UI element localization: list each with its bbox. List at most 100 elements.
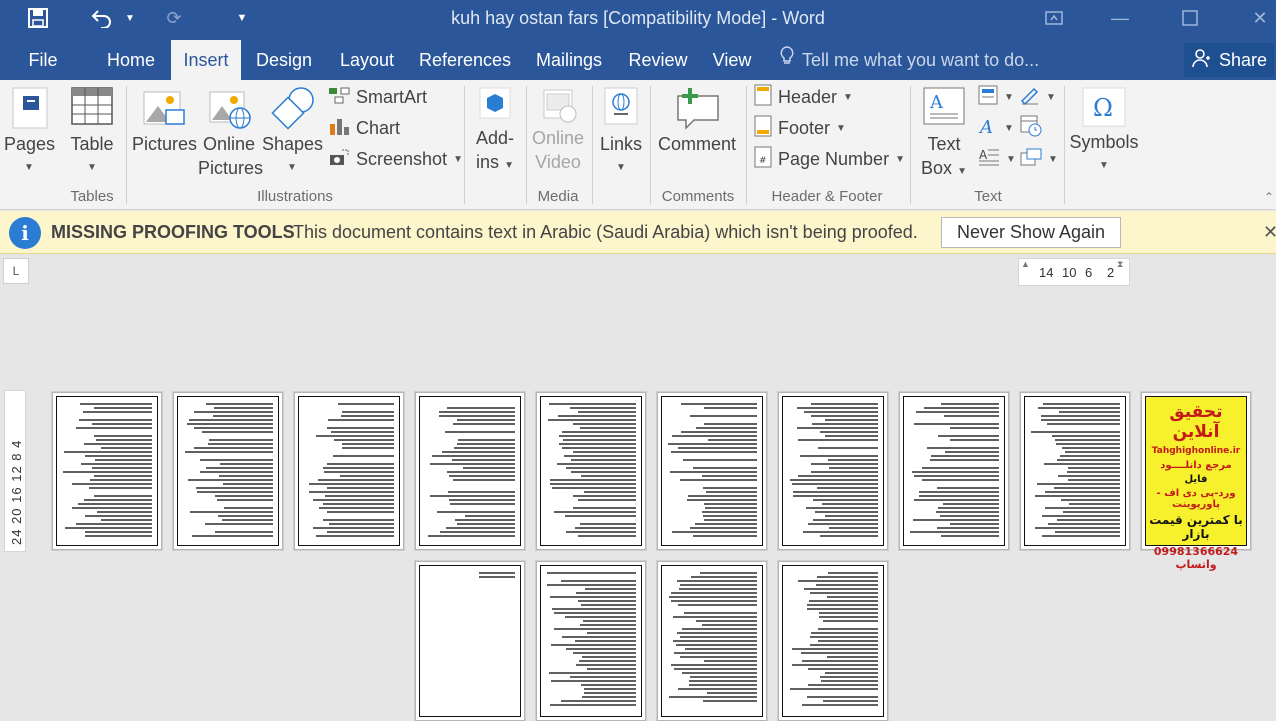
- tab-home[interactable]: Home: [96, 40, 166, 80]
- tab-references[interactable]: References: [416, 40, 514, 80]
- tell-me-box[interactable]: Tell me what you want to do...: [780, 40, 1039, 80]
- collapse-ribbon-icon[interactable]: ⌃: [1264, 190, 1274, 204]
- screenshot-button[interactable]: Screenshot ▼: [328, 146, 463, 172]
- chart-button[interactable]: Chart: [328, 115, 400, 141]
- tab-layout[interactable]: Layout: [334, 40, 400, 80]
- tab-selector[interactable]: L: [3, 258, 29, 284]
- comment-button[interactable]: Comment: [654, 86, 740, 156]
- text-line: [791, 648, 878, 650]
- header-button[interactable]: Header ▼: [754, 84, 853, 110]
- text-line: [62, 491, 152, 493]
- close-message-icon[interactable]: ✕: [1263, 222, 1276, 243]
- object-button[interactable]: ▼: [1020, 146, 1058, 172]
- online-video-button[interactable]: Online Video: [530, 86, 586, 174]
- online-pictures-icon: [198, 86, 260, 132]
- text-line: [800, 652, 878, 654]
- page-thumbnail-blank[interactable]: [415, 561, 525, 721]
- redo-icon[interactable]: ⟳: [158, 4, 190, 32]
- page-thumbnail[interactable]: [657, 392, 767, 550]
- text-line: [187, 479, 273, 481]
- customize-qat-icon[interactable]: ▼: [232, 4, 252, 32]
- vertical-ruler[interactable]: 24 20 16 12 8 4: [4, 390, 26, 552]
- tab-view[interactable]: View: [708, 40, 756, 80]
- signature-line-button[interactable]: ▼: [1020, 84, 1056, 110]
- page-thumbnail[interactable]: [778, 392, 888, 550]
- indent-marker-icon[interactable]: ▲: [1021, 259, 1030, 269]
- document-area[interactable]: L ▲ 14 10 6 2 ⧗ 24 20 16 12 8 4 تحقیق آن…: [0, 255, 1276, 721]
- addins-button[interactable]: Add- ins ▼: [470, 86, 520, 178]
- text-line: [678, 588, 757, 590]
- text-line: [672, 435, 757, 437]
- text-line: [213, 407, 273, 409]
- group-separator: [1064, 86, 1065, 204]
- smartart-button[interactable]: SmartArt: [328, 84, 427, 110]
- horizontal-ruler[interactable]: ▲ 14 10 6 2 ⧗: [1018, 258, 1130, 286]
- ribbon-display-options-icon[interactable]: [1034, 4, 1074, 32]
- page-number-button[interactable]: # Page Number ▼: [754, 146, 905, 172]
- shapes-button[interactable]: Shapes ▼: [262, 86, 323, 180]
- page-number-icon: #: [754, 146, 772, 173]
- undo-icon[interactable]: [86, 4, 118, 32]
- text-line: [450, 503, 515, 505]
- page-thumbnail[interactable]: [536, 561, 646, 721]
- advertisement-page[interactable]: تحقیق آنلاین Tahghighonline.ir مرجع دانل…: [1141, 392, 1251, 571]
- page-thumbnail[interactable]: [294, 392, 404, 550]
- right-indent-marker-icon[interactable]: ⧗: [1117, 259, 1123, 270]
- text-line: [432, 455, 515, 457]
- footer-button[interactable]: Footer ▼: [754, 115, 846, 141]
- links-button[interactable]: Links ▼: [596, 86, 646, 180]
- text-line: [911, 471, 999, 473]
- tab-review[interactable]: Review: [624, 40, 692, 80]
- text-line: [195, 487, 273, 489]
- never-show-again-button[interactable]: Never Show Again: [941, 217, 1121, 248]
- text-line: [949, 427, 999, 429]
- drop-cap-button[interactable]: A ▼: [978, 146, 1016, 172]
- maximize-icon[interactable]: [1170, 4, 1210, 32]
- text-line: [83, 499, 152, 501]
- text-line: [71, 507, 152, 509]
- quick-parts-button[interactable]: ▼: [978, 84, 1014, 110]
- text-line: [558, 443, 636, 445]
- text-line: [449, 475, 515, 477]
- tab-design[interactable]: Design: [250, 40, 318, 80]
- minimize-icon[interactable]: —: [1100, 4, 1140, 32]
- page-thumbnail[interactable]: [899, 392, 1009, 550]
- text-line: [329, 523, 394, 525]
- chevron-down-icon: ▼: [453, 153, 463, 165]
- header-icon: [754, 84, 772, 111]
- share-button[interactable]: Share: [1184, 43, 1274, 77]
- table-button[interactable]: Table ▼: [64, 86, 120, 180]
- pages-button[interactable]: Pages ▼: [4, 86, 55, 180]
- wordart-button[interactable]: A ▼: [978, 115, 1014, 141]
- close-icon[interactable]: ✕: [1240, 4, 1276, 32]
- page-text-lines: [546, 403, 636, 539]
- undo-dropdown-icon[interactable]: ▼: [122, 4, 138, 32]
- tab-insert[interactable]: Insert: [171, 40, 241, 80]
- pictures-button[interactable]: Pictures: [132, 86, 197, 156]
- save-icon[interactable]: [22, 4, 54, 32]
- vertical-ruler-labels: 24 20 16 12 8 4: [9, 439, 24, 545]
- text-line: [694, 523, 757, 525]
- page-thumbnail[interactable]: [657, 561, 767, 721]
- page-thumbnail[interactable]: [52, 392, 162, 550]
- text-line: [564, 515, 636, 517]
- text-line: [668, 696, 757, 698]
- page-thumbnail[interactable]: [173, 392, 283, 550]
- page-thumbnail[interactable]: [415, 392, 525, 550]
- page-thumbnail[interactable]: [1020, 392, 1130, 550]
- date-time-button[interactable]: [1020, 115, 1042, 141]
- text-line: [580, 427, 636, 429]
- text-line: [304, 423, 394, 425]
- tab-file[interactable]: File: [18, 40, 68, 80]
- text-line: [918, 495, 999, 497]
- text-line: [702, 475, 757, 477]
- page-thumbnail[interactable]: [536, 392, 646, 550]
- text-line: [914, 475, 999, 477]
- text-line: [340, 415, 394, 417]
- page-thumbnail[interactable]: [778, 561, 888, 721]
- symbols-button[interactable]: Ω Symbols ▼: [1068, 86, 1140, 178]
- text-box-button[interactable]: A Text Box ▼: [916, 86, 972, 184]
- text-line: [442, 451, 515, 453]
- tab-mailings[interactable]: Mailings: [530, 40, 608, 80]
- online-pictures-button[interactable]: Online Pictures: [198, 86, 263, 180]
